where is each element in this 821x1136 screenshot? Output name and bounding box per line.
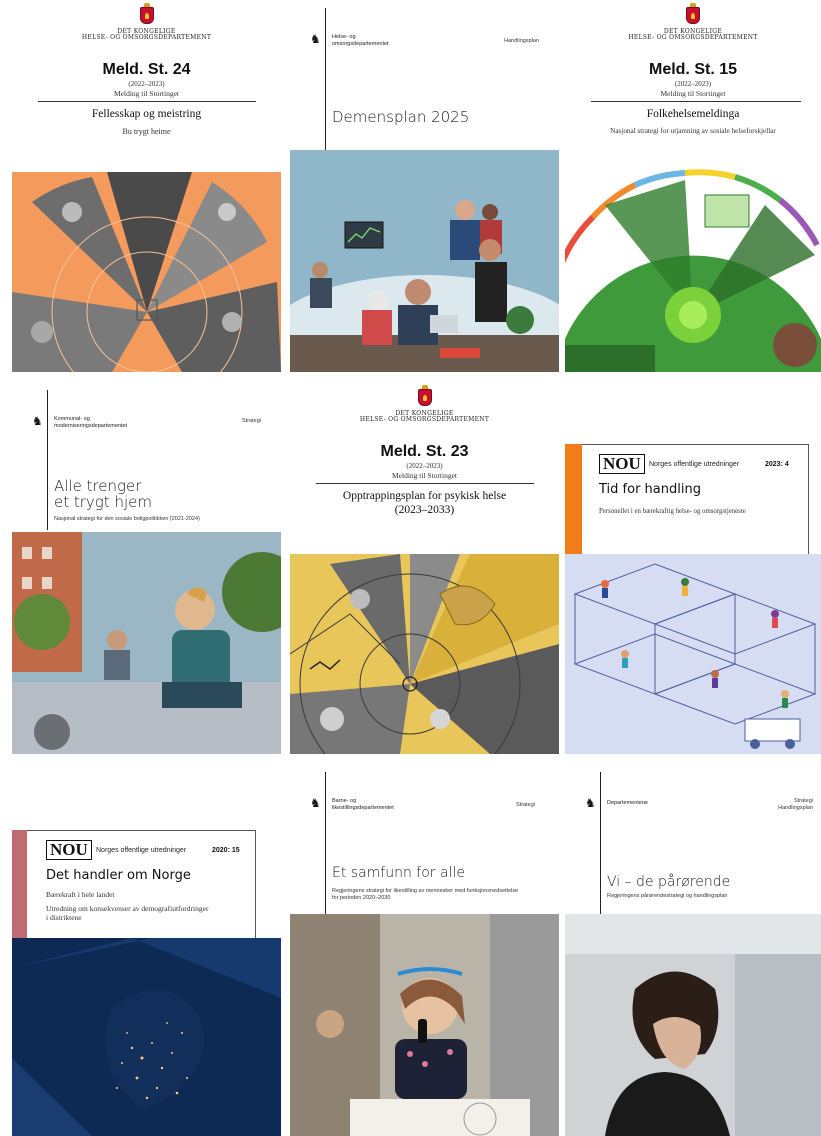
cover-subtitle-1: Bærekraft i hele landet: [46, 890, 115, 899]
cover-demensplan[interactable]: ♞ Helse- og omsorgsdepartementet Handlin…: [290, 0, 559, 372]
norwegian-lion-icon: ♞: [310, 796, 321, 810]
subtitle-line1: Regjeringens strategi for likestilling a…: [332, 888, 519, 894]
ministry-line2: HELSE- OG OMSORGSDEPARTEMENT: [81, 34, 212, 41]
divider: [38, 101, 256, 102]
nou-number: 2020: 15: [212, 847, 240, 854]
cover-illustration: [565, 554, 821, 754]
report-type: Melding til Stortinget: [660, 89, 726, 98]
subtitle-2-line2: i distriktene: [46, 913, 82, 922]
nou-number: 2023: 4: [765, 461, 789, 468]
title-line2: et trygt hjem: [54, 493, 152, 511]
divider: [591, 101, 801, 102]
cover-title: Alle trenger et trygt hjem: [54, 478, 152, 510]
cover-illustration: [290, 150, 559, 372]
top-rule: [582, 444, 808, 445]
document-type: Handlingsplan: [504, 38, 539, 44]
cover-photo: [12, 532, 281, 754]
cover-subtitle: Personellet i en bærekraftig helse- og o…: [599, 508, 746, 515]
cover-title: Folkehelsemeldinga: [646, 108, 740, 120]
type-line2: Handlingsplan: [778, 804, 813, 811]
cover-subtitle: Nasjonal strategi for utjamning av sosia…: [610, 127, 776, 135]
report-year: (2022–2023): [128, 80, 165, 88]
report-number: Meld. St. 23: [380, 443, 469, 460]
cover-title: Tid for handling: [599, 482, 701, 497]
ministry-line2: HELSE- OG OMSORGSDEPARTEMENT: [359, 416, 490, 423]
norwegian-lion-icon: ♞: [310, 32, 321, 46]
divider: [316, 483, 534, 484]
department-name: Helse- og omsorgsdepartementet: [332, 34, 389, 47]
cover-photo: [12, 938, 281, 1136]
cover-photo: [565, 914, 821, 1136]
cover-meld-st-24[interactable]: DET KONGELIGE HELSE- OG OMSORGSDEPARTEME…: [12, 0, 281, 372]
coat-of-arms-icon: [686, 3, 700, 24]
vertical-rule: [47, 390, 48, 530]
right-rule: [255, 830, 256, 938]
nou-series-label: Norges offentlige utredninger: [96, 847, 187, 854]
nou-series-label: Norges offentlige utredninger: [649, 461, 740, 468]
department-name: Barne- og likestillingsdepartementet: [332, 798, 394, 811]
cover-title: Det handler om Norge: [46, 868, 191, 883]
dept-line2: likestillingsdepartementet: [332, 804, 394, 811]
cover-title-line2: (2023–2033): [394, 504, 455, 516]
document-type: Strategi: [516, 802, 535, 808]
cover-subtitle-2: Utredning om konsekvenser av demografiut…: [46, 904, 208, 922]
cover-illustration: [290, 554, 559, 754]
cover-title: Fellesskap og meistring: [91, 108, 202, 120]
subtitle-2-line1: Utredning om konsekvenser av demografiut…: [46, 904, 209, 913]
accent-strip: [12, 830, 27, 938]
nou-logo: NOU: [599, 454, 645, 474]
ministry-line2: HELSE- OG OMSORGSDEPARTEMENT: [628, 34, 758, 41]
cover-illustration: [565, 145, 821, 372]
cover-title-line1: Opptrappingsplan for psykisk helse: [342, 490, 507, 502]
nou-logo: NOU: [46, 840, 92, 860]
cover-meld-st-15[interactable]: DET KONGELIGE HELSE- OG OMSORGSDEPARTEME…: [565, 0, 821, 372]
report-year: (2022–2023): [406, 462, 443, 470]
report-number: Meld. St. 15: [648, 61, 738, 78]
subtitle-line2: for perioden 2020–2030: [332, 894, 391, 901]
cover-nou-2020-15[interactable]: NOU Norges offentlige utredninger 2020: …: [12, 764, 281, 1136]
document-type: Strategi: [242, 418, 261, 424]
accent-strip: [565, 444, 582, 554]
report-year: (2022–2023): [674, 80, 712, 88]
report-type: Melding til Stortinget: [114, 89, 179, 98]
cover-subtitle: Regjeringens pårørendestrategi og handli…: [607, 893, 728, 899]
cover-et-samfunn-for-alle[interactable]: ♞ Barne- og likestillingsdepartementet S…: [290, 764, 559, 1136]
department-name: Departementene: [607, 800, 648, 806]
document-type: Strategi Handlingsplan: [778, 798, 813, 811]
cover-subtitle: Nasjonal strategi for den sosiale boligp…: [54, 516, 200, 522]
norwegian-lion-icon: ♞: [585, 796, 596, 810]
department-name: Kommunal- og moderniseringsdepartementet: [54, 416, 127, 429]
cover-subtitle: Bu trygt heime: [122, 127, 171, 136]
cover-illustration: [12, 172, 281, 372]
vertical-rule: [600, 772, 601, 918]
top-rule: [27, 830, 255, 831]
report-number: Meld. St. 24: [102, 61, 191, 78]
vertical-rule: [325, 8, 326, 162]
cover-nou-2023-4[interactable]: NOU Norges offentlige utredninger 2023: …: [565, 382, 821, 754]
coat-of-arms-icon: [417, 385, 432, 406]
vertical-rule: [325, 772, 326, 918]
title-line1: Alle trenger: [54, 477, 142, 495]
cover-title: Demensplan 2025: [332, 108, 470, 126]
cover-photo: [290, 914, 559, 1136]
cover-alle-trenger-et-trygt-hjem[interactable]: ♞ Kommunal- og moderniseringsdepartement…: [12, 382, 281, 754]
report-type: Melding til Stortinget: [392, 471, 457, 480]
coat-of-arms-icon: [139, 3, 154, 24]
cover-vi-de-parorende[interactable]: ♞ Departementene Strategi Handlingsplan …: [565, 764, 821, 1136]
norwegian-lion-icon: ♞: [32, 414, 43, 428]
cover-subtitle: Regjeringens strategi for likestilling a…: [332, 888, 518, 901]
dept-line2: moderniseringsdepartementet: [54, 422, 128, 429]
cover-title: Et samfunn for alle: [332, 865, 465, 881]
cover-title: Vi – de pårørende: [607, 874, 731, 890]
right-rule: [808, 444, 809, 554]
dept-line2: omsorgsdepartementet: [332, 40, 389, 47]
cover-meld-st-23[interactable]: DET KONGELIGE HELSE- OG OMSORGSDEPARTEME…: [290, 382, 559, 754]
